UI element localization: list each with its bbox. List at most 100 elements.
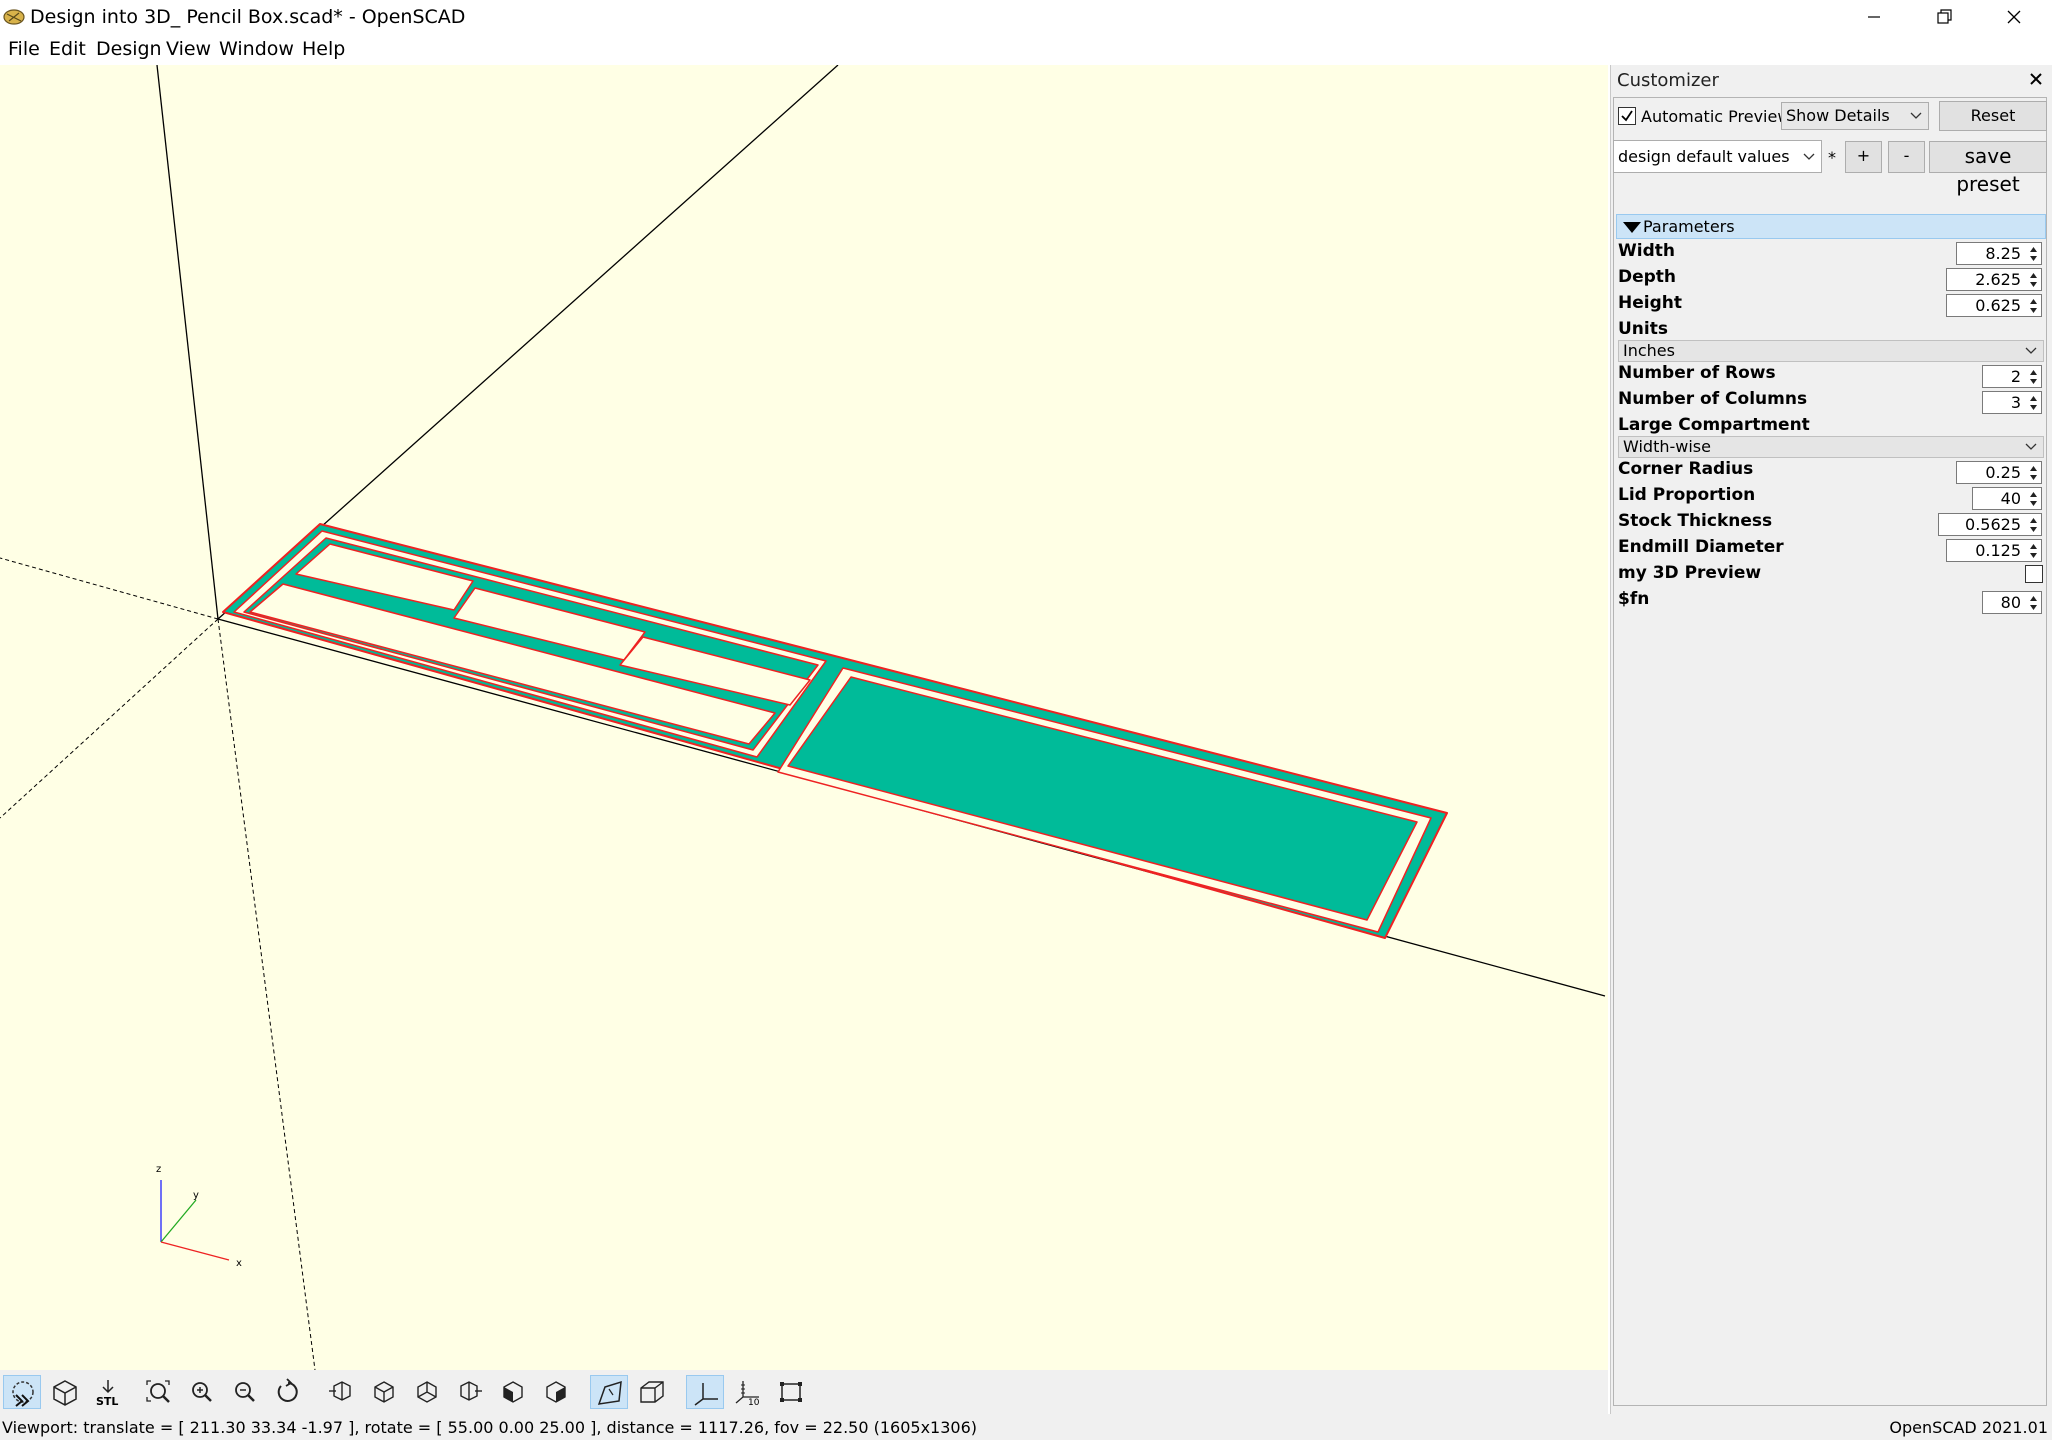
orthogonal-button[interactable] — [633, 1375, 671, 1409]
menu-bar: File Edit Design View Window Help — [0, 35, 2052, 65]
param-columns-spinbox[interactable]: 3 — [1982, 391, 2042, 414]
minimize-icon — [1868, 16, 1880, 18]
view-all-button[interactable] — [140, 1375, 178, 1409]
render-cube-icon — [53, 1380, 77, 1406]
preview-icon — [12, 1381, 34, 1407]
reset-button[interactable]: Reset — [1939, 101, 2047, 131]
parameters-section-label: Parameters — [1643, 217, 1735, 236]
zoom-in-button[interactable] — [183, 1375, 221, 1409]
automatic-preview-label: Automatic Preview — [1641, 107, 1791, 126]
spin-arrows-icon — [2030, 370, 2037, 384]
menu-file[interactable]: File — [8, 38, 40, 61]
remove-preset-button[interactable]: - — [1888, 141, 1925, 173]
svg-text:10: 10 — [748, 1398, 760, 1406]
param-depth-value: 2.625 — [1975, 270, 2021, 289]
close-window-button[interactable] — [1980, 0, 2048, 35]
show-axes-button[interactable] — [686, 1375, 724, 1409]
param-endmill-value: 0.125 — [1975, 541, 2021, 560]
scene: z y x — [0, 65, 1606, 1370]
spin-arrows-icon — [2030, 273, 2037, 287]
view-front-button[interactable] — [494, 1375, 532, 1409]
spin-arrows-icon — [2030, 299, 2037, 313]
gizmo-z-label: z — [156, 1164, 161, 1175]
customizer-header: Customizer — [1613, 68, 2049, 94]
view-top-button[interactable] — [365, 1375, 403, 1409]
menu-view[interactable]: View — [166, 38, 211, 61]
close-icon[interactable] — [2027, 70, 2045, 88]
view-back-button[interactable] — [537, 1375, 575, 1409]
param-3d-preview-checkbox[interactable] — [2025, 565, 2043, 583]
export-stl-icon: STL — [96, 1380, 118, 1406]
perspective-button[interactable] — [590, 1375, 628, 1409]
param-endmill-label: Endmill Diameter — [1618, 537, 1784, 557]
save-preset-button[interactable]: save preset — [1929, 141, 2047, 196]
chevron-down-icon — [1910, 112, 1922, 119]
menu-window[interactable]: Window — [219, 38, 294, 61]
param-fn-label: $fn — [1618, 589, 1650, 609]
param-width-spinbox[interactable]: 8.25 — [1956, 242, 2042, 265]
minimize-button[interactable] — [1840, 0, 1908, 35]
param-units-select[interactable]: Inches — [1618, 340, 2044, 362]
param-columns-value: 3 — [2010, 393, 2021, 412]
restore-button[interactable] — [1910, 0, 1978, 35]
customizer-panel: Customizer Automatic Preview Show Detail… — [1610, 65, 2052, 1415]
add-preset-button[interactable]: + — [1845, 141, 1882, 173]
preset-select[interactable]: design default values — [1613, 140, 1822, 173]
param-lid-spinbox[interactable]: 40 — [1972, 487, 2042, 510]
param-rows-label: Number of Rows — [1618, 363, 1776, 383]
version-text: OpenSCAD 2021.01 — [1889, 1418, 2048, 1437]
view-front-icon — [503, 1381, 523, 1403]
view-bottom-icon — [417, 1381, 437, 1403]
menu-edit[interactable]: Edit — [49, 38, 86, 61]
perspective-icon — [597, 1380, 622, 1405]
param-stock-value: 0.5625 — [1965, 515, 2021, 534]
param-fn-spinbox[interactable]: 80 — [1982, 591, 2042, 614]
axes-icon — [694, 1383, 718, 1406]
view-left-button[interactable] — [451, 1375, 489, 1409]
param-large-value: Width-wise — [1623, 437, 1711, 456]
export-stl-button[interactable]: STL — [89, 1375, 127, 1409]
chevron-down-icon — [1803, 153, 1815, 160]
parameters-section-header[interactable]: Parameters — [1616, 214, 2046, 239]
param-corner-spinbox[interactable]: 0.25 — [1956, 461, 2042, 484]
param-lid-label: Lid Proportion — [1618, 485, 1756, 505]
preset-select-value: design default values — [1618, 147, 1790, 166]
param-depth-spinbox[interactable]: 2.625 — [1946, 268, 2042, 291]
param-3d-preview-label: my 3D Preview — [1618, 563, 1762, 583]
param-units-label: Units — [1618, 319, 1668, 339]
param-rows-spinbox[interactable]: 2 — [1982, 365, 2042, 388]
menu-design[interactable]: Design — [96, 38, 162, 61]
spin-arrows-icon — [2030, 544, 2037, 558]
spin-arrows-icon — [2030, 396, 2037, 410]
spin-arrows-icon — [2030, 492, 2037, 506]
preview-button[interactable] — [3, 1375, 41, 1409]
chevron-down-icon — [2025, 347, 2037, 354]
zoom-in-icon — [192, 1382, 212, 1402]
view-top-icon — [374, 1381, 394, 1403]
zoom-out-button[interactable] — [226, 1375, 264, 1409]
status-bar: Viewport: translate = [ 211.30 33.34 -1.… — [0, 1414, 2052, 1440]
param-fn-value: 80 — [2000, 593, 2021, 612]
view-all-icon — [146, 1380, 170, 1403]
view-right-button[interactable] — [322, 1375, 360, 1409]
param-units-value: Inches — [1623, 341, 1675, 360]
view-bottom-button[interactable] — [408, 1375, 446, 1409]
param-width-label: Width — [1618, 241, 1675, 261]
menu-help[interactable]: Help — [302, 38, 345, 61]
show-scale-markers-button[interactable]: 10 — [729, 1375, 767, 1409]
details-select[interactable]: Show Details — [1781, 102, 1929, 130]
render-button[interactable] — [46, 1375, 84, 1409]
spin-arrows-icon — [2030, 466, 2037, 480]
close-icon — [2007, 10, 2021, 24]
param-large-select[interactable]: Width-wise — [1618, 436, 2044, 458]
show-edges-button[interactable] — [772, 1375, 810, 1409]
3d-viewport[interactable]: z y x — [0, 65, 1608, 1370]
chevron-down-icon — [2025, 443, 2037, 450]
automatic-preview-checkbox[interactable] — [1618, 107, 1636, 125]
param-height-spinbox[interactable]: 0.625 — [1946, 294, 2042, 317]
param-stock-spinbox[interactable]: 0.5625 — [1938, 513, 2042, 536]
title-bar: Design into 3D_ Pencil Box.scad* - OpenS… — [0, 0, 2052, 35]
restore-icon — [1937, 9, 1952, 24]
reset-view-button[interactable] — [269, 1375, 307, 1409]
param-endmill-spinbox[interactable]: 0.125 — [1946, 539, 2042, 562]
